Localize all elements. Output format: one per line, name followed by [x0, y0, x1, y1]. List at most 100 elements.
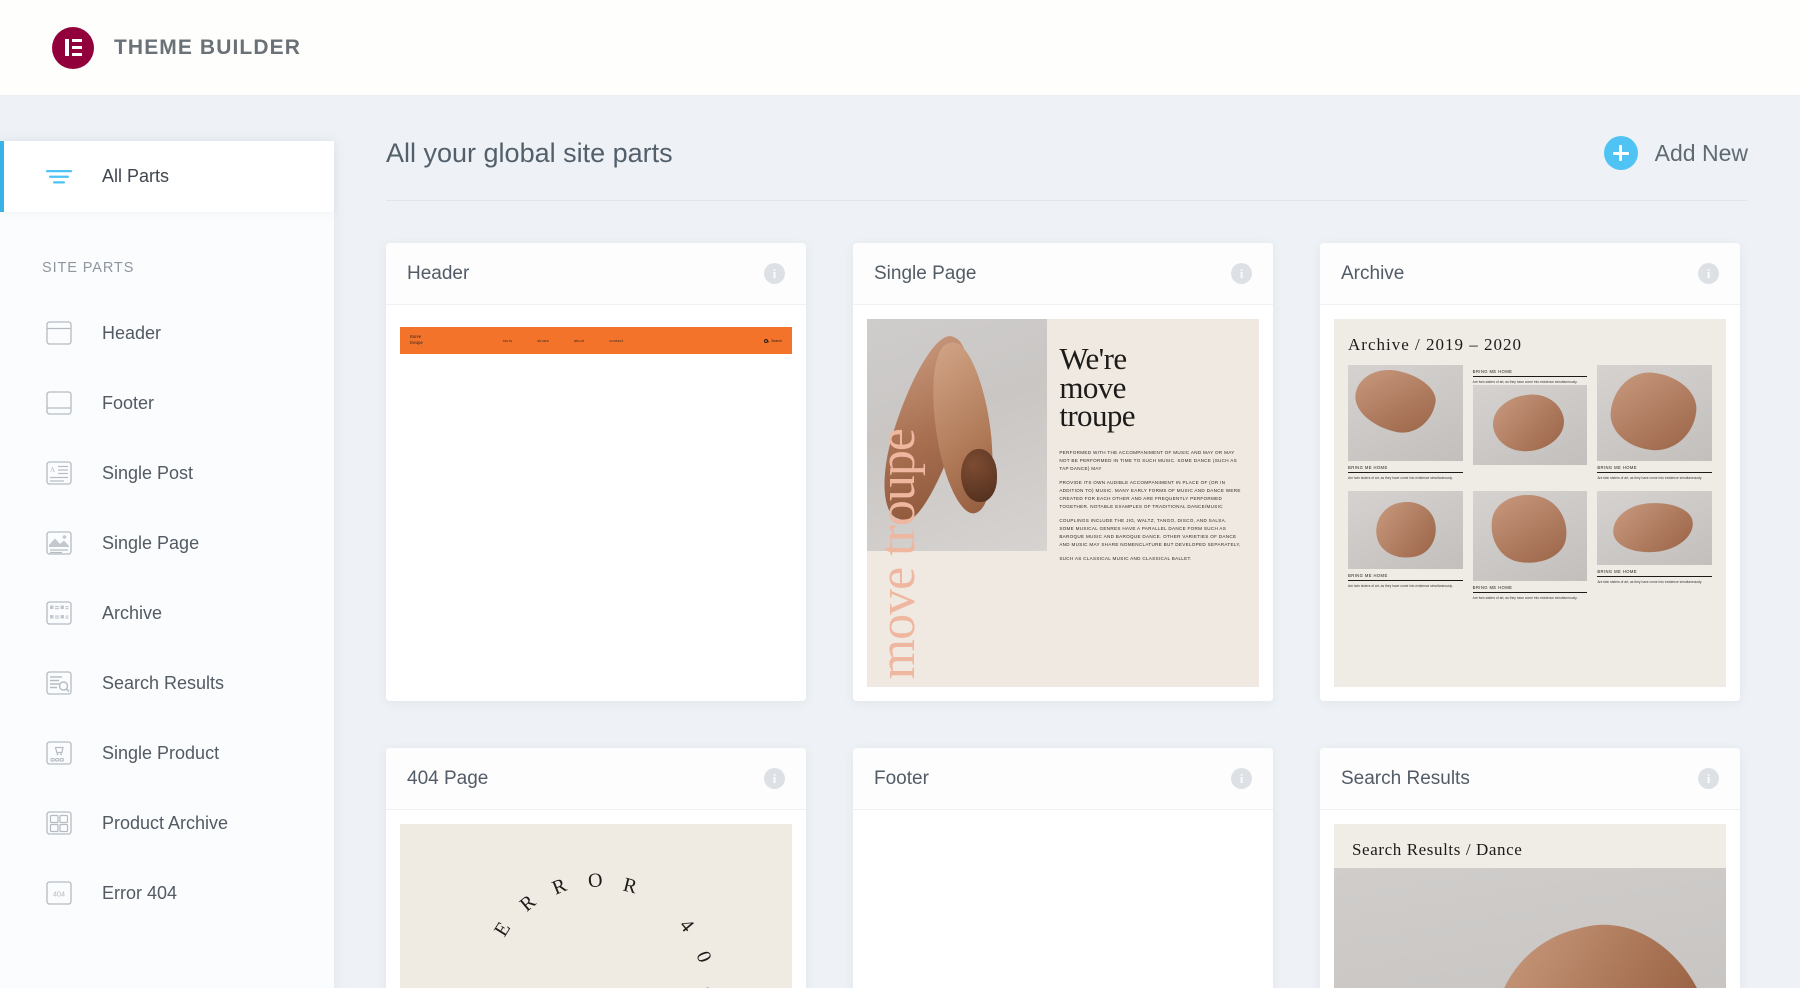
preview-paragraph: provide its own audible accompaniment in…	[1059, 479, 1241, 511]
add-new-button[interactable]: Add New	[1604, 136, 1748, 170]
sidebar-item-single-product[interactable]: Single Product	[0, 718, 334, 788]
sidebar: All Parts SITE PARTS Header	[0, 96, 334, 988]
preview-archive-title: Archive / 2019 – 2020	[1348, 335, 1712, 355]
header-layout-icon	[44, 318, 74, 348]
add-new-label: Add New	[1655, 140, 1748, 167]
card-preview-single-page[interactable]: move troupe We'removetroupe Performed wi…	[853, 305, 1273, 701]
archive-preview-image	[1597, 491, 1712, 565]
archive-preview-item: BRING ME HOME Are twin sisters of art, as…	[1473, 491, 1588, 601]
card-title: Single Page	[874, 263, 976, 285]
card-search-results[interactable]: Search Results i Search Results / Dance	[1320, 748, 1740, 988]
info-icon[interactable]: i	[1231, 768, 1252, 789]
preview-404-char: R	[621, 874, 640, 900]
card-single-page[interactable]: Single Page i move troupe We'removetroup…	[853, 243, 1273, 701]
preview-nav-item: about	[574, 339, 585, 343]
main-header: All your global site parts Add New	[386, 136, 1748, 201]
filter-icon	[44, 162, 74, 192]
main-content: All your global site parts Add New Heade…	[334, 96, 1800, 988]
info-icon[interactable]: i	[1698, 263, 1719, 284]
info-icon[interactable]: i	[764, 768, 785, 789]
archive-preview-text: Are twin sisters of art, as they have co…	[1597, 476, 1712, 481]
card-header-bar: 404 Page i	[386, 748, 806, 810]
card-preview-search-results[interactable]: Search Results / Dance	[1320, 810, 1740, 988]
card-404-page[interactable]: 404 Page i ERROR 404 ERROR 404	[386, 748, 806, 988]
preview-vertical-text: move troupe	[874, 429, 923, 679]
sidebar-item-search-results[interactable]: Search Results	[0, 648, 334, 718]
card-title: Header	[407, 263, 469, 285]
archive-preview-caption: BRING ME HOME	[1597, 465, 1712, 473]
card-preview-archive[interactable]: Archive / 2019 – 2020 BRING ME HOME Are t…	[1320, 305, 1740, 701]
error-404-icon: 404	[44, 878, 74, 908]
sidebar-item-error-404[interactable]: 404 Error 404	[0, 858, 334, 928]
sidebar-item-footer[interactable]: Footer	[0, 368, 334, 438]
info-icon[interactable]: i	[764, 263, 785, 284]
info-icon[interactable]: i	[1231, 263, 1252, 284]
preview-search-photo	[1334, 868, 1726, 988]
card-header-bar: Header i	[386, 243, 806, 305]
preview-nav-items: tours shows about contact	[503, 339, 623, 343]
sidebar-item-archive[interactable]: Archive	[0, 578, 334, 648]
preview-nav-item: tours	[503, 339, 513, 343]
archive-preview-caption: BRING ME HOME	[1348, 573, 1463, 581]
archive-preview-caption: BRING ME HOME	[1473, 585, 1588, 593]
preview-footer-empty	[867, 824, 1259, 988]
preview-nav-item: contact	[609, 339, 623, 343]
preview-404-char: E	[490, 918, 516, 941]
archive-preview-item: BRING ME HOMEAre twin sisters of art, as…	[1348, 491, 1463, 601]
brand: THEME BUILDER	[52, 27, 301, 69]
page-title: THEME BUILDER	[114, 36, 301, 60]
card-header-bar: Single Page i	[853, 243, 1273, 305]
preview-404-char: R	[516, 891, 541, 917]
sidebar-item-all-parts[interactable]: All Parts	[0, 141, 334, 212]
sidebar-item-label: All Parts	[102, 166, 169, 187]
card-footer[interactable]: Footer i	[853, 748, 1273, 988]
top-bar: THEME BUILDER	[0, 0, 1800, 96]
single-product-icon	[44, 738, 74, 768]
archive-preview-caption: BRING ME HOME	[1473, 369, 1588, 377]
sidebar-item-label: Search Results	[102, 673, 224, 694]
sidebar-item-single-post[interactable]: A Single Post	[0, 438, 334, 508]
site-parts-grid: Header i move troupe tours shows about	[386, 243, 1748, 988]
preview-search-label: Search	[771, 339, 782, 343]
card-preview-404[interactable]: ERROR 404 ERROR 404	[386, 810, 806, 988]
search-results-icon	[44, 668, 74, 698]
preview-heading-line: troupe	[1059, 402, 1241, 431]
sidebar-item-header[interactable]: Header	[0, 298, 334, 368]
card-title: Archive	[1341, 263, 1404, 285]
card-title: Footer	[874, 768, 929, 790]
archive-preview-image	[1473, 385, 1588, 465]
preview-404-ring-text: ERROR 404 ERROR 404	[471, 870, 721, 988]
sidebar-item-label: Error 404	[102, 883, 177, 904]
sidebar-item-label: Footer	[102, 393, 154, 414]
elementor-logo-icon[interactable]	[52, 27, 94, 69]
sidebar-item-single-page[interactable]: Single Page	[0, 508, 334, 578]
sidebar-item-label: Header	[102, 323, 161, 344]
preview-heading: We'removetroupe	[1059, 345, 1241, 431]
sidebar-section-label: SITE PARTS	[0, 212, 334, 298]
card-preview-footer[interactable]	[853, 810, 1273, 988]
sidebar-item-product-archive[interactable]: Product Archive	[0, 788, 334, 858]
preview-archive-grid: BRING ME HOME Are twin sisters of art, as…	[1348, 365, 1712, 602]
sidebar-item-label: Product Archive	[102, 813, 228, 834]
archive-grid-icon	[44, 598, 74, 628]
sidebar-item-label: Single Page	[102, 533, 199, 554]
info-icon[interactable]: i	[1698, 768, 1719, 789]
preview-paragraph: Performed with the accompaniment of musi…	[1059, 449, 1241, 473]
preview-logo: move troupe	[410, 335, 423, 346]
sidebar-site-parts-list: Header Footer A	[0, 298, 334, 928]
card-preview-header[interactable]: move troupe tours shows about contact Se…	[386, 305, 806, 701]
archive-preview-image	[1597, 365, 1712, 461]
card-header[interactable]: Header i move troupe tours shows about	[386, 243, 806, 701]
preview-404-char: 4	[674, 915, 698, 937]
card-title: 404 Page	[407, 768, 488, 790]
card-header-bar: Footer i	[853, 748, 1273, 810]
plus-icon	[1604, 136, 1638, 170]
sidebar-item-label: Single Post	[102, 463, 193, 484]
footer-layout-icon	[44, 388, 74, 418]
preview-404-char: O	[587, 869, 603, 893]
preview-search: Search	[764, 339, 782, 343]
preview-search-title: Search Results / Dance	[1334, 824, 1726, 860]
archive-preview-text: Are twin sisters of art, as they have co…	[1473, 596, 1588, 601]
search-icon	[764, 339, 768, 343]
card-archive[interactable]: Archive i Archive / 2019 – 2020 BRING ME…	[1320, 243, 1740, 701]
